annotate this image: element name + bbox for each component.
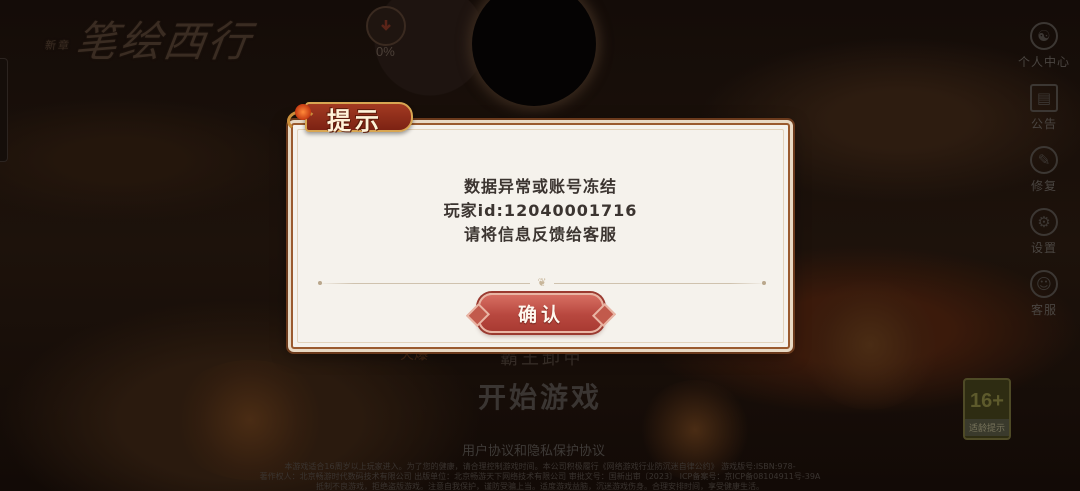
divider-dot — [762, 281, 766, 285]
sidebar-item-notice[interactable]: ▤ 公告 — [1012, 84, 1076, 146]
sidebar-item-label: 公告 — [1030, 117, 1057, 131]
sidebar-item-service[interactable]: ☺ 客服 — [1012, 270, 1076, 332]
age-rating-badge[interactable]: 16+ 适龄提示 — [963, 378, 1011, 440]
footer-legal-line-3: 抵制不良游戏，拒绝盗版游戏。注意自我保护，谨防受骗上当。适度游戏益脑，沉迷游戏伤… — [316, 482, 764, 491]
message-line-player-id: 玩家id:12040001716 — [443, 201, 638, 220]
sidebar-item-user-center[interactable]: ☯ 个人中心 — [1012, 22, 1076, 84]
dialog-message: 数据异常或账号冻结 玩家id:12040001716 请将信息反馈给客服 — [293, 175, 788, 247]
confirm-button[interactable]: 确认 — [478, 293, 604, 333]
start-game-button[interactable]: 开始游戏 — [470, 378, 610, 418]
background-flower-decoration — [800, 280, 940, 410]
sidebar-item-label: 个人中心 — [1017, 55, 1070, 69]
game-logo-prefix: 新章 — [44, 39, 72, 52]
game-logo: 新章笔绘西行 — [42, 8, 257, 69]
sidebar-item-label: 修复 — [1030, 179, 1057, 193]
alert-dialog: 数据异常或账号冻结 玩家id:12040001716 请将信息反馈给客服 ❦ 确… — [291, 123, 790, 349]
game-logo-text: 笔绘西行 — [72, 17, 256, 66]
age-rating-number: 16+ — [970, 390, 1004, 412]
repair-icon: ✎ — [1030, 146, 1058, 174]
divider-dot — [318, 281, 322, 285]
sidebar-item-label: 设置 — [1030, 241, 1057, 255]
agreement-link[interactable]: 用户协议和隐私保护协议 — [462, 440, 605, 459]
sun-icon — [295, 104, 311, 120]
gear-icon: ⚙ — [1030, 208, 1058, 236]
sidebar-item-settings[interactable]: ⚙ 设置 — [1012, 208, 1076, 270]
notice-icon: ▤ — [1030, 84, 1058, 112]
age-rating-label: 适龄提示 — [965, 419, 1009, 436]
sidebar-item-repair[interactable]: ✎ 修复 — [1012, 146, 1076, 208]
divider-ornament-icon: ❦ — [530, 277, 554, 289]
confirm-button-label: 确认 — [517, 303, 564, 326]
sidebar-item-label: 客服 — [1030, 303, 1057, 317]
message-line-error: 数据异常或账号冻结 — [463, 177, 617, 196]
message-line-feedback: 请将信息反馈给客服 — [463, 225, 617, 244]
dialog-title: 提示 — [327, 106, 383, 135]
dialog-divider: ❦ — [318, 277, 766, 289]
user-center-icon: ☯ — [1030, 22, 1058, 50]
right-sidebar: ☯ 个人中心 ▤ 公告 ✎ 修复 ⚙ 设置 ☺ 客服 — [1012, 22, 1076, 332]
download-progress-indicator[interactable] — [366, 6, 406, 46]
dialog-title-banner: 提示 — [287, 100, 437, 138]
left-drawer-handle[interactable] — [0, 58, 8, 162]
service-icon: ☺ — [1030, 270, 1058, 298]
progress-percent: 0% — [376, 44, 395, 59]
download-arrow-icon — [381, 20, 391, 31]
